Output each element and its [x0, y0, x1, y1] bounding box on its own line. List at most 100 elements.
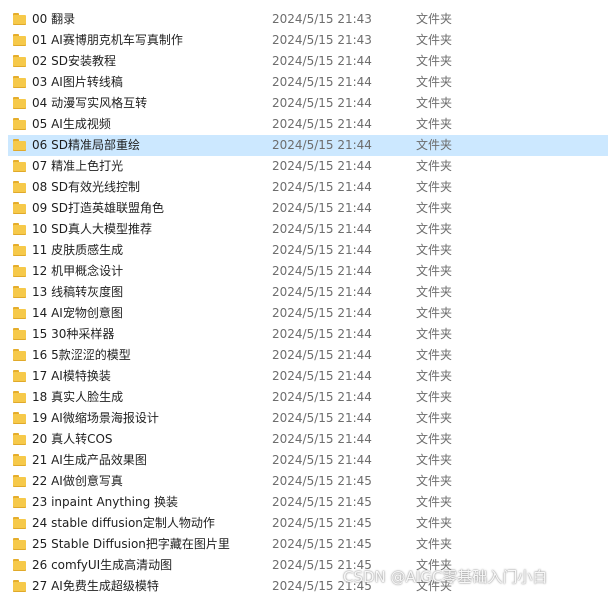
- file-row[interactable]: 02 SD安装教程 2024/5/15 21:44 文件夹: [0, 51, 609, 72]
- file-name[interactable]: 07 精准上色打光: [32, 159, 123, 174]
- file-row[interactable]: 12 机甲概念设计 2024/5/15 21:44 文件夹: [0, 261, 609, 282]
- file-type: 文件夹: [416, 159, 453, 173]
- file-type: 文件夹: [416, 222, 453, 236]
- folder-icon: [13, 202, 27, 214]
- file-name[interactable]: 19 AI微缩场景海报设计: [32, 411, 159, 426]
- folder-icon: [13, 454, 27, 466]
- file-name[interactable]: 16 5款涩涩的模型: [32, 348, 131, 363]
- file-date-modified: 2024/5/15 21:44: [272, 243, 372, 257]
- file-name[interactable]: 17 AI模特换装: [32, 369, 111, 384]
- file-name[interactable]: 18 真实人脸生成: [32, 390, 123, 405]
- file-date-modified: 2024/5/15 21:44: [272, 54, 372, 68]
- file-row[interactable]: 21 AI生成产品效果图 2024/5/15 21:44 文件夹: [0, 450, 609, 471]
- file-type: 文件夹: [416, 33, 453, 47]
- folder-icon: [13, 76, 27, 88]
- file-row[interactable]: 04 动漫写实风格互转 2024/5/15 21:44 文件夹: [0, 93, 609, 114]
- file-name[interactable]: 05 AI生成视频: [32, 117, 111, 132]
- file-name[interactable]: 03 AI图片转线稿: [32, 75, 123, 90]
- file-type: 文件夹: [416, 12, 453, 26]
- folder-icon: [13, 244, 27, 256]
- file-type: 文件夹: [416, 411, 453, 425]
- file-name[interactable]: 08 SD有效光线控制: [32, 180, 140, 195]
- file-row[interactable]: 11 皮肤质感生成 2024/5/15 21:44 文件夹: [0, 240, 609, 261]
- file-type: 文件夹: [416, 201, 453, 215]
- file-type: 文件夹: [416, 138, 453, 152]
- file-row[interactable]: 09 SD打造英雄联盟角色 2024/5/15 21:44 文件夹: [0, 198, 609, 219]
- file-row[interactable]: 14 AI宠物创意图 2024/5/15 21:44 文件夹: [0, 303, 609, 324]
- file-date-modified: 2024/5/15 21:44: [272, 138, 372, 152]
- folder-icon: [13, 13, 27, 25]
- file-row[interactable]: 18 真实人脸生成 2024/5/15 21:44 文件夹: [0, 387, 609, 408]
- file-row[interactable]: 23 inpaint Anything 换装 2024/5/15 21:45 文件夹: [0, 492, 609, 513]
- file-name[interactable]: 23 inpaint Anything 换装: [32, 495, 178, 510]
- file-name[interactable]: 11 皮肤质感生成: [32, 243, 123, 258]
- file-name[interactable]: 27 AI免费生成超级模特: [32, 579, 159, 594]
- file-type: 文件夹: [416, 96, 453, 110]
- file-row[interactable]: 00 翻录 2024/5/15 21:43 文件夹: [0, 9, 609, 30]
- file-row[interactable]: 08 SD有效光线控制 2024/5/15 21:44 文件夹: [0, 177, 609, 198]
- watermark: CSDN @AIGC零基础入门小白: [343, 568, 548, 586]
- file-date-modified: 2024/5/15 21:44: [272, 369, 372, 383]
- file-row[interactable]: 03 AI图片转线稿 2024/5/15 21:44 文件夹: [0, 72, 609, 93]
- file-row[interactable]: 10 SD真人大模型推荐 2024/5/15 21:44 文件夹: [0, 219, 609, 240]
- folder-icon: [13, 475, 27, 487]
- file-row[interactable]: 06 SD精准局部重绘 2024/5/15 21:44 文件夹: [8, 135, 608, 156]
- file-date-modified: 2024/5/15 21:44: [272, 348, 372, 362]
- file-date-modified: 2024/5/15 21:44: [272, 432, 372, 446]
- file-type: 文件夹: [416, 453, 453, 467]
- file-row[interactable]: 01 AI赛博朋克机车写真制作 2024/5/15 21:43 文件夹: [0, 30, 609, 51]
- file-name[interactable]: 26 comfyUI生成高清动图: [32, 558, 172, 573]
- file-row[interactable]: 07 精准上色打光 2024/5/15 21:44 文件夹: [0, 156, 609, 177]
- file-row[interactable]: 13 线稿转灰度图 2024/5/15 21:44 文件夹: [0, 282, 609, 303]
- file-row[interactable]: 19 AI微缩场景海报设计 2024/5/15 21:44 文件夹: [0, 408, 609, 429]
- file-name[interactable]: 25 Stable Diffusion把字藏在图片里: [32, 537, 230, 552]
- file-date-modified: 2024/5/15 21:44: [272, 411, 372, 425]
- file-name[interactable]: 12 机甲概念设计: [32, 264, 123, 279]
- folder-icon: [13, 517, 27, 529]
- folder-icon: [13, 118, 27, 130]
- file-name[interactable]: 01 AI赛博朋克机车写真制作: [32, 33, 183, 48]
- file-date-modified: 2024/5/15 21:44: [272, 159, 372, 173]
- file-date-modified: 2024/5/15 21:43: [272, 12, 372, 26]
- file-name[interactable]: 14 AI宠物创意图: [32, 306, 123, 321]
- file-name[interactable]: 22 AI做创意写真: [32, 474, 123, 489]
- file-row[interactable]: 17 AI模特换装 2024/5/15 21:44 文件夹: [0, 366, 609, 387]
- file-name[interactable]: 10 SD真人大模型推荐: [32, 222, 152, 237]
- file-type: 文件夹: [416, 432, 453, 446]
- folder-icon: [13, 34, 27, 46]
- file-date-modified: 2024/5/15 21:43: [272, 33, 372, 47]
- folder-icon: [13, 559, 27, 571]
- file-type: 文件夹: [416, 369, 453, 383]
- file-row[interactable]: 24 stable diffusion定制人物动作 2024/5/15 21:45…: [0, 513, 609, 534]
- folder-icon: [13, 265, 27, 277]
- file-row[interactable]: 05 AI生成视频 2024/5/15 21:44 文件夹: [0, 114, 609, 135]
- file-date-modified: 2024/5/15 21:44: [272, 201, 372, 215]
- file-type: 文件夹: [416, 117, 453, 131]
- file-name[interactable]: 24 stable diffusion定制人物动作: [32, 516, 215, 531]
- folder-icon: [13, 391, 27, 403]
- file-name[interactable]: 21 AI生成产品效果图: [32, 453, 147, 468]
- file-name[interactable]: 15 30种采样器: [32, 327, 114, 342]
- file-row[interactable]: 16 5款涩涩的模型 2024/5/15 21:44 文件夹: [0, 345, 609, 366]
- file-type: 文件夹: [416, 264, 453, 278]
- folder-icon: [13, 97, 27, 109]
- file-type: 文件夹: [416, 516, 453, 530]
- file-name[interactable]: 09 SD打造英雄联盟角色: [32, 201, 164, 216]
- file-row[interactable]: 15 30种采样器 2024/5/15 21:44 文件夹: [0, 324, 609, 345]
- file-name[interactable]: 06 SD精准局部重绘: [32, 138, 140, 153]
- file-name[interactable]: 04 动漫写实风格互转: [32, 96, 147, 111]
- file-type: 文件夹: [416, 243, 453, 257]
- file-row[interactable]: 20 真人转COS 2024/5/15 21:44 文件夹: [0, 429, 609, 450]
- file-name[interactable]: 13 线稿转灰度图: [32, 285, 123, 300]
- folder-icon: [13, 538, 27, 550]
- file-name[interactable]: 00 翻录: [32, 12, 75, 27]
- file-row[interactable]: 25 Stable Diffusion把字藏在图片里 2024/5/15 21:4…: [0, 534, 609, 555]
- file-date-modified: 2024/5/15 21:44: [272, 327, 372, 341]
- folder-icon: [13, 412, 27, 424]
- file-row[interactable]: 22 AI做创意写真 2024/5/15 21:45 文件夹: [0, 471, 609, 492]
- folder-icon: [13, 55, 27, 67]
- file-type: 文件夹: [416, 495, 453, 509]
- file-name[interactable]: 20 真人转COS: [32, 432, 113, 447]
- file-name[interactable]: 02 SD安装教程: [32, 54, 116, 69]
- file-type: 文件夹: [416, 537, 453, 551]
